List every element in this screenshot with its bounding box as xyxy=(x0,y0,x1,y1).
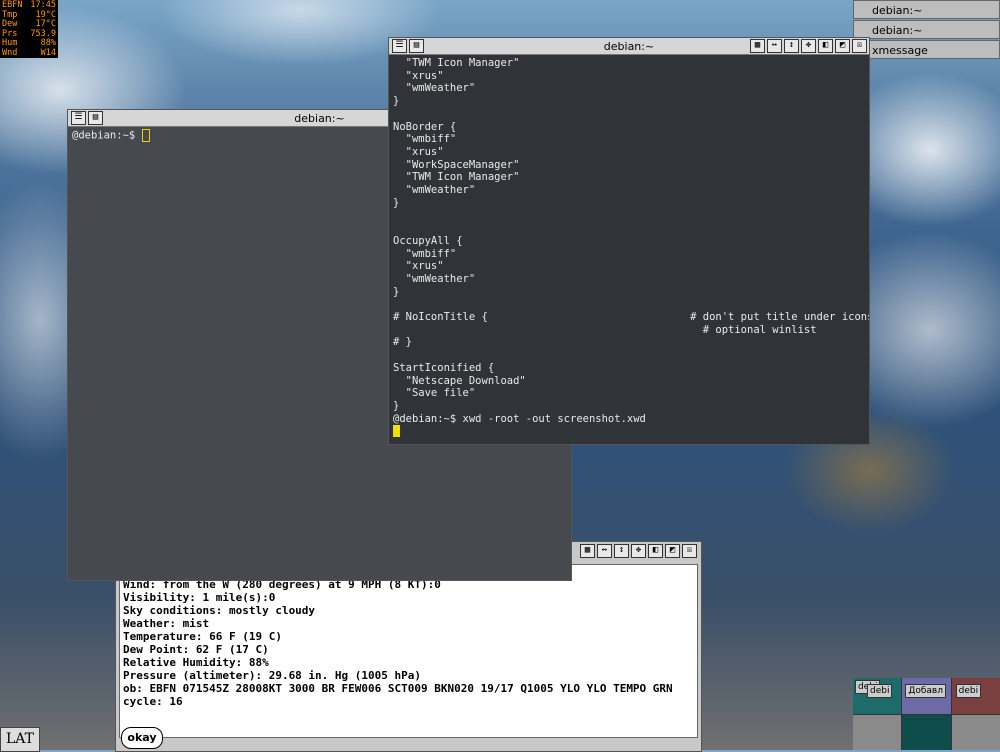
close-icon[interactable]: ☒ xyxy=(852,39,867,53)
close-icon[interactable]: ☒ xyxy=(682,544,697,558)
mini-window: debi xyxy=(955,684,982,698)
terminal-line: "wmWeather" xyxy=(393,82,476,95)
terminal-line: @debian:~$ xwd -root -out screenshot.xwd xyxy=(393,412,646,425)
iconify-icon[interactable]: ▤ xyxy=(88,111,103,125)
terminal-line: "wmWeather" xyxy=(393,184,476,197)
terminal-line: "xrus" xyxy=(393,145,444,158)
maximize-icon[interactable]: ◧ xyxy=(818,39,833,53)
message-line: Weather: mist xyxy=(123,617,210,630)
terminal-line: "wmWeather" xyxy=(393,272,476,285)
icon-manager: debian:~ debian:~ xmessage xyxy=(853,0,1000,60)
iconify-icon[interactable]: ▦ xyxy=(580,544,595,558)
terminal-line: # NoIconTitle { # don't put title under … xyxy=(393,311,869,324)
menu-icon[interactable]: ☰ xyxy=(71,111,86,125)
terminal-line: OccupyAll { xyxy=(393,234,463,247)
message-line: Visibility: 1 mile(s):0 xyxy=(123,591,276,604)
keyboard-layout-indicator[interactable]: LAT xyxy=(0,727,40,752)
weather-value: W14 xyxy=(40,47,56,58)
terminal-content[interactable]: "TWM Icon Manager" "xrus" "wmWeather"} N… xyxy=(389,55,869,444)
terminal-line: "Netscape Download" xyxy=(393,374,526,387)
shell-prompt: @debian:~$ xyxy=(72,129,142,142)
icon-manager-item[interactable]: debian:~ xyxy=(853,20,1000,39)
terminal-line: "xrus" xyxy=(393,260,444,273)
menu-icon[interactable]: ☰ xyxy=(392,39,407,53)
message-line: ob: EBFN 071545Z 28008KT 3000 BR FEW006 … xyxy=(123,682,673,695)
resize-horizontal-icon[interactable]: ↔ xyxy=(597,544,612,558)
terminal-line: "TWM Icon Manager" xyxy=(393,57,520,69)
message-line: Pressure (altimeter): 29.68 in. Hg (1005… xyxy=(123,669,422,682)
message-line: Relative Humidity: 88% xyxy=(123,656,269,669)
xmessage-text: Jul 07, 2001 - 10:45 AM EST / 2001.07.07… xyxy=(119,564,698,738)
workspace-2[interactable]: Добавл xyxy=(902,678,951,714)
terminal-line: # } xyxy=(393,336,412,349)
mini-window: Добавл xyxy=(905,684,946,698)
terminal-cursor-line xyxy=(393,425,865,438)
move-icon[interactable]: ✥ xyxy=(801,39,816,53)
workspace-4[interactable] xyxy=(853,714,902,750)
okay-button[interactable]: okay xyxy=(121,727,163,749)
workspace-5[interactable] xyxy=(902,714,951,750)
terminal-line: "wmbiff" xyxy=(393,247,457,260)
workspace-3[interactable]: debi xyxy=(951,678,1000,714)
workspace-6[interactable] xyxy=(951,714,1000,750)
text-cursor xyxy=(393,425,400,438)
icon-manager-item[interactable]: debian:~ xyxy=(853,0,1000,19)
mini-window: debi xyxy=(867,684,893,698)
title-buttons-left: ☰ ▤ xyxy=(390,39,424,53)
message-line: Sky conditions: mostly cloudy xyxy=(123,604,316,617)
terminal-line: "wmbiff" xyxy=(393,133,457,146)
xmessage-title-buttons: ▦ ↔ ↕ ✥ ◧ ◩ ☒ xyxy=(578,544,697,558)
resize-vertical-icon[interactable]: ↕ xyxy=(614,544,629,558)
resize-horizontal-icon[interactable]: ↔ xyxy=(767,39,782,53)
terminal-line: "xrus" xyxy=(393,69,444,82)
wmweather-dockapp[interactable]: EBFN 17:45 Tmp 19°C Dew 17°C Prs 753.9 Hum 8… xyxy=(0,0,58,58)
terminal-window-right[interactable]: ☰ ▤ debian:~ ▦ ↔ ↕ ✥ ◧ ◩ ☒ "TWM Icon Man… xyxy=(388,37,870,445)
text-cursor xyxy=(141,129,150,142)
terminal-line: NoBorder { xyxy=(393,120,457,133)
terminal-line: } xyxy=(393,196,400,209)
message-line: cycle: 16 xyxy=(123,695,183,708)
move-icon[interactable]: ✥ xyxy=(631,544,646,558)
terminal-line: } xyxy=(393,285,400,298)
terminal-line: "Save file" xyxy=(393,387,476,400)
message-line: Temperature: 66 F (19 C) xyxy=(123,630,282,643)
iconify-icon[interactable]: ▦ xyxy=(750,39,765,53)
title-buttons-left: ☰ ▤ xyxy=(69,111,103,125)
workspace-1[interactable]: debi debi xyxy=(853,678,902,714)
squeeze-icon[interactable]: ◩ xyxy=(835,39,850,53)
workspace-manager: debi debi Добавл debi xyxy=(853,678,1000,750)
resize-vertical-icon[interactable]: ↕ xyxy=(784,39,799,53)
terminal-line: "TWM Icon Manager" xyxy=(393,171,520,184)
terminal-line: } xyxy=(393,95,400,108)
terminal-line: # optional winlist xyxy=(393,323,817,336)
terminal-line: StartIconified { xyxy=(393,361,495,374)
maximize-icon[interactable]: ◧ xyxy=(648,544,663,558)
icon-manager-item[interactable]: xmessage xyxy=(853,40,1000,59)
message-line: Dew Point: 62 F (17 C) xyxy=(123,643,269,656)
weather-row-wnd: Wnd W14 xyxy=(2,47,56,59)
squeeze-icon[interactable]: ◩ xyxy=(665,544,680,558)
title-buttons-right: ▦ ↔ ↕ ✥ ◧ ◩ ☒ xyxy=(748,39,867,53)
terminal-line: } xyxy=(393,399,400,412)
terminal-line: "WorkSpaceManager" xyxy=(393,158,520,171)
weather-label: Wnd xyxy=(2,47,18,58)
iconify-icon[interactable]: ▤ xyxy=(409,39,424,53)
title-bar[interactable]: ☰ ▤ debian:~ ▦ ↔ ↕ ✥ ◧ ◩ ☒ xyxy=(389,38,869,55)
